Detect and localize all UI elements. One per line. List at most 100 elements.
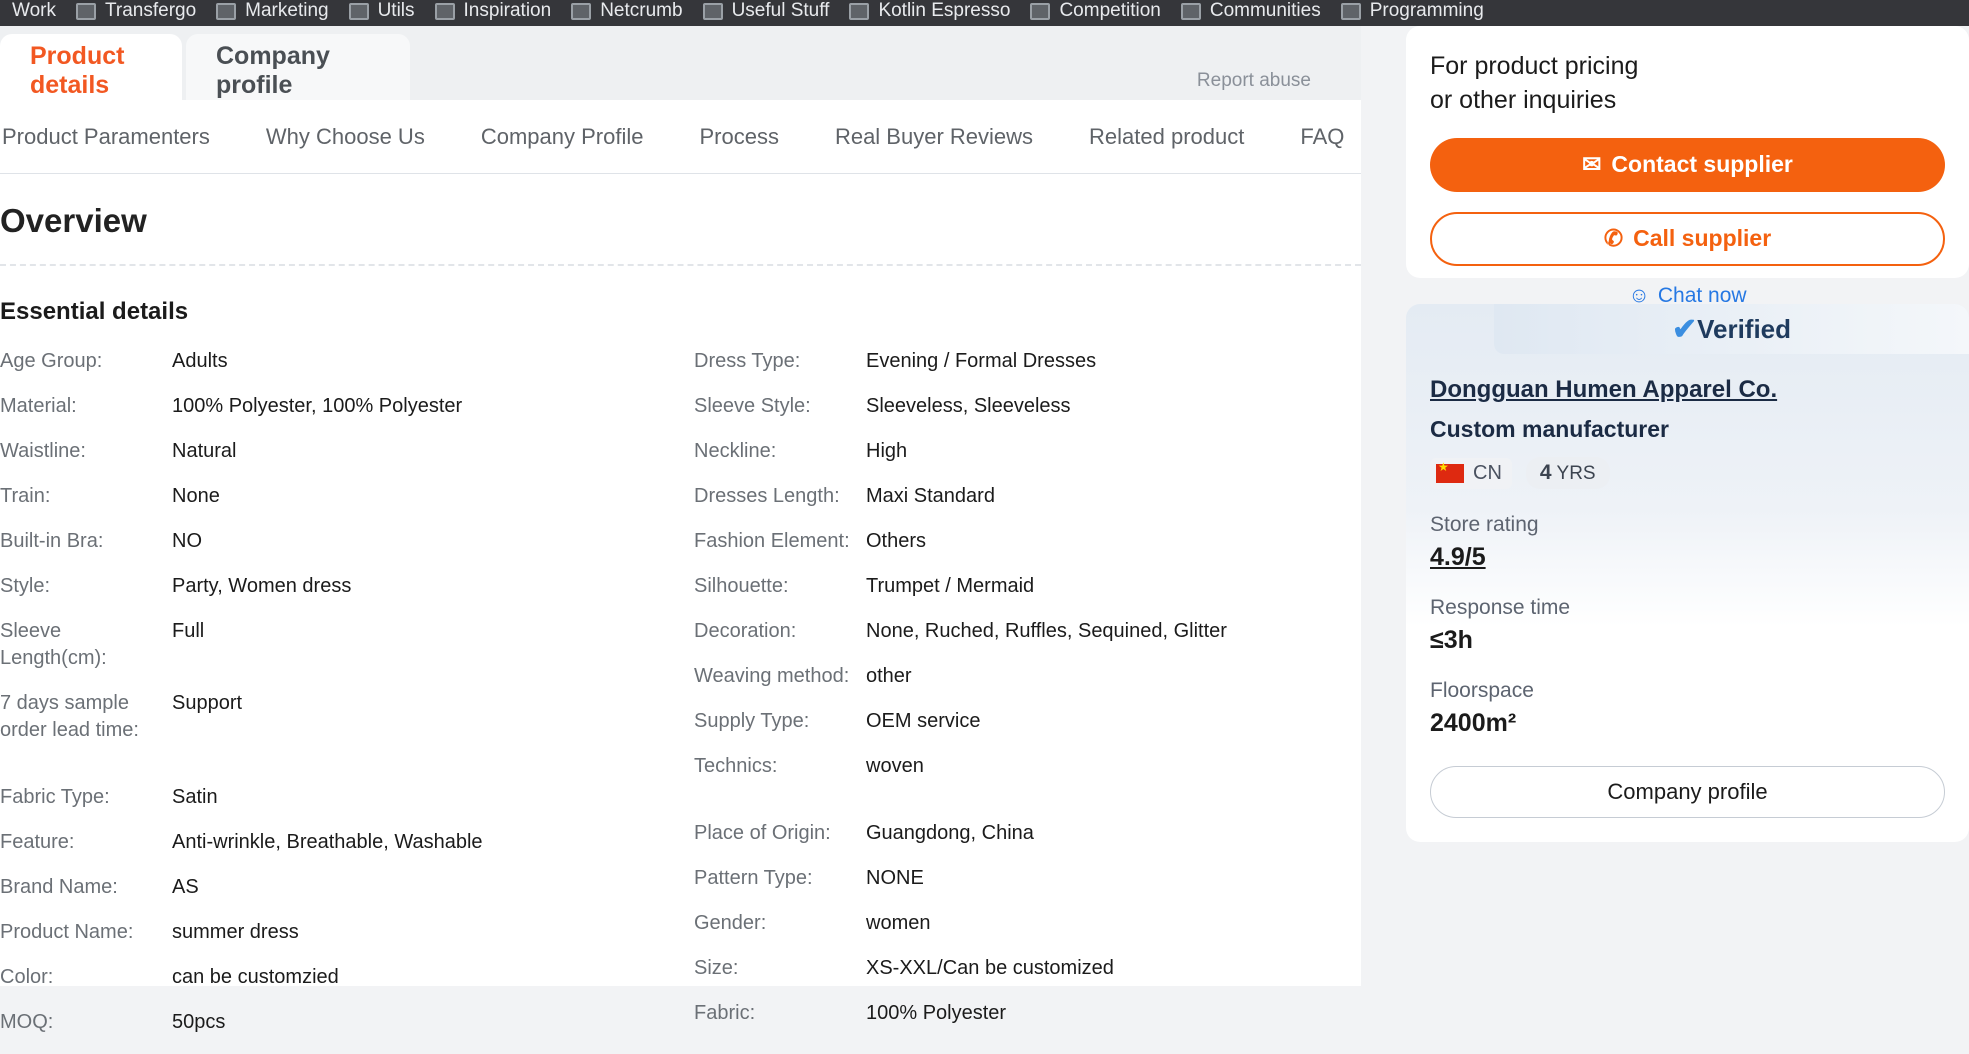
main-column: Product details Company profile Report a…: [0, 26, 1361, 986]
spec-key: Place of Origin:: [694, 820, 866, 847]
spec-key: 7 days sample order lead time:: [0, 690, 172, 744]
supplier-card: ✔Verified Dongguan Humen Apparel Co. Cus…: [1406, 304, 1969, 842]
spec-group-spacer: [0, 762, 694, 784]
product-tab-strip: Product details Company profile Report a…: [0, 26, 1361, 100]
spec-group-spacer: [694, 798, 1361, 820]
spec-key: Size:: [694, 955, 866, 982]
specs-column-left: Age Group:AdultsMaterial:100% Polyester,…: [0, 348, 694, 1054]
dashed-divider: [0, 264, 1361, 266]
spec-value: Guangdong, China: [866, 820, 1034, 847]
section-nav-item-faq[interactable]: FAQ: [1272, 124, 1372, 150]
stat-label: Floorspace: [1430, 679, 1945, 703]
bookmark-label: Communities: [1210, 0, 1321, 22]
spec-row: Product Name:summer dress: [0, 919, 694, 946]
spec-value: Natural: [172, 438, 236, 465]
tab-product-details[interactable]: Product details: [0, 34, 182, 108]
spec-row: Silhouette:Trumpet / Mermaid: [694, 573, 1361, 600]
spec-row: Weaving method:other: [694, 663, 1361, 690]
report-abuse-link[interactable]: Report abuse: [1197, 70, 1311, 92]
years-number: 4: [1540, 461, 1552, 484]
tab-company-profile[interactable]: Company profile: [186, 34, 410, 108]
spec-value: None: [172, 483, 220, 510]
bookmark-item[interactable]: Marketing: [206, 0, 338, 26]
spec-row: Neckline:High: [694, 438, 1361, 465]
folder-icon: [76, 3, 96, 20]
years-chip: 4 YRS: [1526, 457, 1610, 489]
bookmark-label: Utils: [378, 0, 415, 22]
bookmark-item[interactable]: Transfergo: [66, 0, 206, 26]
stat-value[interactable]: 4.9/5: [1430, 543, 1945, 572]
spec-row: Sleeve Length(cm):Full: [0, 618, 694, 672]
spec-key: Dresses Length:: [694, 483, 866, 510]
folder-icon: [1181, 3, 1201, 20]
spec-value: Sleeveless, Sleeveless: [866, 393, 1071, 420]
section-nav-item-why-choose-us[interactable]: Why Choose Us: [238, 124, 453, 150]
inquiry-card: For product pricing or other inquiries ✉…: [1406, 26, 1969, 278]
contact-supplier-button[interactable]: ✉ Contact supplier: [1430, 138, 1945, 192]
spec-value: 100% Polyester, 100% Polyester: [172, 393, 462, 420]
stat-value: ≤3h: [1430, 626, 1945, 655]
spec-key: Waistline:: [0, 438, 172, 465]
bookmark-item[interactable]: Inspiration: [425, 0, 562, 26]
folder-icon: [849, 3, 869, 20]
spec-value: can be customzied: [172, 964, 339, 991]
section-nav-item-company-profile[interactable]: Company Profile: [453, 124, 672, 150]
section-nav-item-real-buyer-reviews[interactable]: Real Buyer Reviews: [807, 124, 1061, 150]
bookmark-label: Marketing: [245, 0, 328, 22]
essential-details-heading: Essential details: [0, 298, 1361, 326]
company-profile-button[interactable]: Company profile: [1430, 766, 1945, 818]
spec-value: woven: [866, 753, 924, 780]
spec-value: 100% Polyester: [866, 1000, 1006, 1027]
page-root: Product details Company profile Report a…: [0, 26, 1969, 986]
bookmark-item[interactable]: Work: [2, 0, 66, 26]
flag-cn-icon: [1436, 464, 1464, 483]
section-nav-item-process[interactable]: Process: [671, 124, 806, 150]
bookmark-item[interactable]: Kotlin Espresso: [839, 0, 1020, 26]
supplier-name-link[interactable]: Dongguan Humen Apparel Co.: [1430, 376, 1945, 404]
spec-row: Material:100% Polyester, 100% Polyester: [0, 393, 694, 420]
spec-value: Support: [172, 690, 242, 717]
spec-key: Sleeve Length(cm):: [0, 618, 172, 672]
supplier-type: Custom manufacturer: [1430, 416, 1945, 443]
spec-key: Age Group:: [0, 348, 172, 375]
bookmark-item[interactable]: Netcrumb: [561, 0, 692, 26]
bookmark-item[interactable]: Competition: [1020, 0, 1170, 26]
spec-row: Sleeve Style:Sleeveless, Sleeveless: [694, 393, 1361, 420]
bookmark-item[interactable]: Useful Stuff: [693, 0, 840, 26]
spec-key: Train:: [0, 483, 172, 510]
bookmark-label: Programming: [1370, 0, 1484, 22]
folder-icon: [349, 3, 369, 20]
section-nav-item-product-paramenters[interactable]: Product Paramenters: [2, 124, 238, 150]
spec-value: AS: [172, 874, 199, 901]
spec-key: Feature:: [0, 829, 172, 856]
folder-icon: [571, 3, 591, 20]
spec-value: Party, Women dress: [172, 573, 351, 600]
spec-value: women: [866, 910, 930, 937]
spec-key: Material:: [0, 393, 172, 420]
spec-row: Size:XS-XXL/Can be customized: [694, 955, 1361, 982]
envelope-icon: ✉: [1582, 151, 1601, 178]
spec-row: Waistline:Natural: [0, 438, 694, 465]
country-code-label: CN: [1473, 462, 1502, 485]
folder-icon: [703, 3, 723, 20]
spec-value: summer dress: [172, 919, 299, 946]
spec-value: NONE: [866, 865, 924, 892]
spec-value: Full: [172, 618, 204, 645]
call-supplier-button[interactable]: ✆ Call supplier: [1430, 212, 1945, 266]
section-nav-item-related-product[interactable]: Related product: [1061, 124, 1272, 150]
stat-value: 2400m²: [1430, 709, 1945, 738]
spec-row: Built-in Bra:NO: [0, 528, 694, 555]
spec-value: NO: [172, 528, 202, 555]
supplier-badges: CN 4 YRS: [1430, 457, 1945, 489]
folder-icon: [1341, 3, 1361, 20]
tab-company-profile-label: Company profile: [216, 42, 380, 100]
bookmark-item[interactable]: Utils: [339, 0, 425, 26]
spec-key: Neckline:: [694, 438, 866, 465]
spec-key: Weaving method:: [694, 663, 866, 690]
verified-badge: ✔Verified: [1494, 304, 1969, 354]
bookmark-item[interactable]: Programming: [1331, 0, 1494, 26]
spec-row: Style:Party, Women dress: [0, 573, 694, 600]
bookmark-item[interactable]: Communities: [1171, 0, 1331, 26]
spec-key: Dress Type:: [694, 348, 866, 375]
stat-label: Store rating: [1430, 513, 1945, 537]
